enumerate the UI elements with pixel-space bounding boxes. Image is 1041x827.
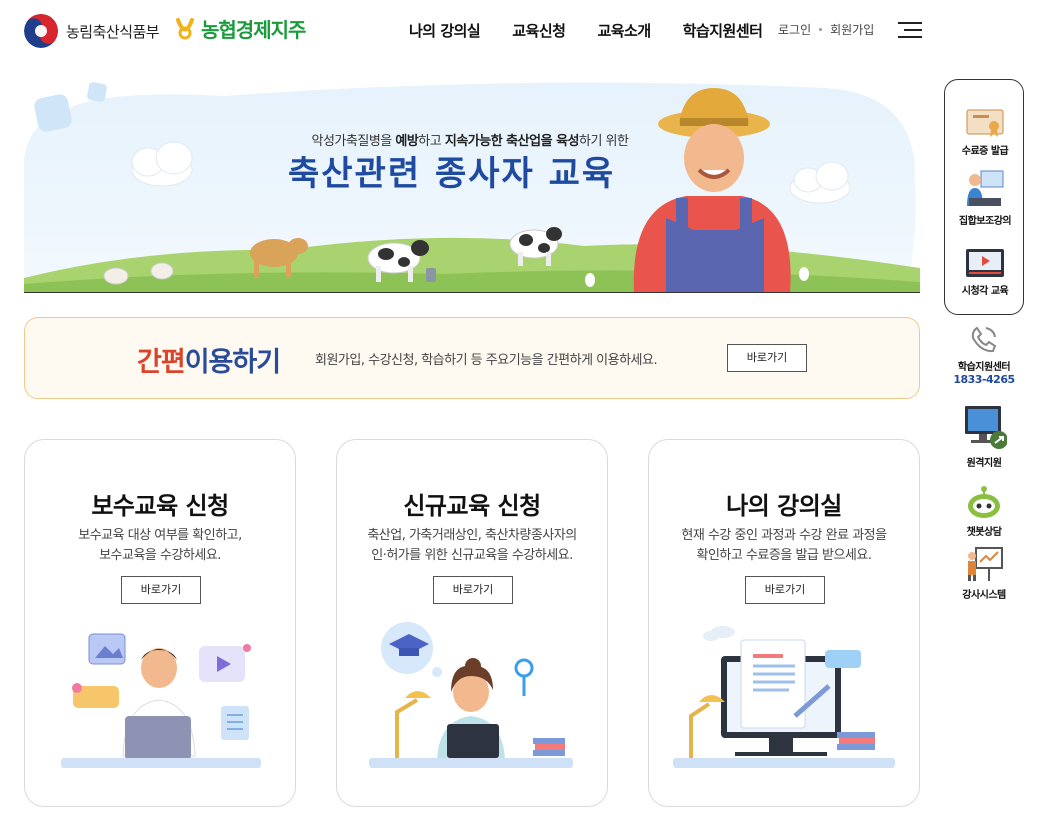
card-desc: 축산업, 가축거래상인, 축산차량종사자의 인·허가를 위한 신규교육을 수강하… (337, 526, 607, 566)
util-divider (819, 28, 823, 31)
quick-menu: 수료증 발급 집합보조강의 시청각 교육 (944, 79, 1024, 315)
easy-use-box: 간편이용하기 회원가입, 수강신청, 학습하기 등 주요기능을 간편하게 이용하… (24, 317, 920, 399)
milk-can (426, 268, 436, 282)
signup-link[interactable]: 회원가입 (830, 21, 874, 38)
main-banner: 악성가축질병을 예방하고 지속가능한 축산업을 육성하기 위한 축산관련 종사자… (24, 78, 920, 293)
card-go-button[interactable]: 바로가기 (121, 576, 201, 604)
card-desc-line: 현재 수강 중인 과정과 수강 완료 과정을 (681, 528, 887, 543)
card-desc-line: 보수교육을 수강하세요. (99, 548, 221, 563)
quick-item-group-lecture[interactable]: 집합보조강의 (945, 168, 1025, 227)
chatbot-label: 챗봇상담 (966, 527, 1002, 538)
card-go-button[interactable]: 바로가기 (745, 576, 825, 604)
phone-icon (971, 326, 997, 353)
support-center-label: 학습지원센터 (957, 362, 1011, 373)
easy-use-desc: 회원가입, 수강신청, 학습하기 등 주요기능을 간편하게 이용하세요. (315, 353, 658, 368)
quick-item-certificate[interactable]: 수료증 발급 (945, 108, 1025, 157)
card-desc: 현재 수강 중인 과정과 수강 완료 과정을 확인하고 수료증을 발급 받으세요… (649, 526, 919, 566)
card-refresher-apply: 보수교육 신청 보수교육 대상 여부를 확인하고, 보수교육을 수강하세요. 바… (24, 439, 296, 807)
chatbot-robot-icon (968, 486, 1000, 518)
support-phone-number: 1833-4265 (953, 373, 1015, 386)
quick-item-av-education[interactable]: 시청각 교육 (945, 248, 1025, 297)
main-nav: 나의 강의실 교육신청 교육소개 학습지원센터 (409, 20, 763, 41)
nh-logo-text: 농협경제지주 (201, 18, 306, 42)
nh-logo[interactable]: 농협경제지주 (175, 14, 306, 43)
easy-go-button[interactable]: 바로가기 (727, 344, 807, 372)
easy-title-part1: 간편 (137, 347, 186, 378)
card-new-apply: 신규교육 신청 축산업, 가축거래상인, 축산차량종사자의 인·허가를 위한 신… (336, 439, 608, 807)
banner-title: 축산관련 종사자 교육 (288, 154, 616, 194)
nav-my-classroom[interactable]: 나의 강의실 (409, 20, 481, 41)
card-go-button[interactable]: 바로가기 (433, 576, 513, 604)
card-title: 나의 강의실 (726, 492, 842, 520)
card-title: 보수교육 신청 (91, 492, 229, 520)
online-classroom-illustration (673, 626, 895, 768)
online-learning-illustration (61, 633, 261, 768)
card-desc-line: 축산업, 가축거래상인, 축산차량종사자의 (367, 528, 577, 543)
instructor-system[interactable]: 강사시스템 (944, 546, 1024, 601)
quick-item-label: 집합보조강의 (958, 216, 1012, 227)
card-my-classroom: 나의 강의실 현재 수강 중인 과정과 수강 완료 과정을 확인하고 수료증을 … (648, 439, 920, 807)
quick-item-label: 시청각 교육 (961, 286, 1009, 297)
chatbot[interactable]: 챗봇상담 (944, 485, 1024, 538)
easy-title-part2: 이용하기 (184, 347, 281, 378)
quick-item-label: 수료증 발급 (961, 146, 1009, 157)
hamburger-menu-icon[interactable] (898, 22, 922, 38)
taegeuk-emblem-icon (24, 14, 58, 48)
util-links: 로그인 회원가입 (778, 21, 874, 38)
instructor-system-label: 강사시스템 (962, 590, 1006, 601)
video-player-icon (966, 249, 1004, 277)
card-desc-line: 인·허가를 위한 신규교육을 수강하세요. (371, 548, 573, 563)
card-desc: 보수교육 대상 여부를 확인하고, 보수교육을 수강하세요. (25, 526, 295, 566)
remote-support-label: 원격지원 (966, 458, 1002, 469)
certificate-icon (966, 109, 1004, 137)
nav-support-center[interactable]: 학습지원센터 (683, 20, 763, 41)
remote-support[interactable]: 원격지원 (944, 404, 1024, 469)
card-title: 신규교육 신청 (403, 492, 541, 520)
remote-monitor-icon (965, 406, 1007, 449)
gov-logo[interactable]: 농림축산식품부 (24, 14, 160, 48)
login-link[interactable]: 로그인 (778, 21, 811, 38)
header: 농림축산식품부 농협경제지주 나의 강의실 교육신청 교육소개 학습지원센터 로… (0, 0, 1041, 64)
easy-use-title: 간편이용하기 (137, 340, 281, 379)
presenter-icon (967, 170, 1004, 206)
support-center[interactable]: 학습지원센터 1833-4265 (944, 324, 1024, 386)
nh-symbol-icon (176, 17, 194, 39)
card-desc-line: 보수교육 대상 여부를 확인하고, (78, 528, 242, 543)
banner-divider (24, 292, 920, 293)
card-desc-line: 확인하고 수료증을 발급 받으세요. (696, 548, 872, 563)
nav-edu-intro[interactable]: 교육소개 (597, 20, 651, 41)
nav-edu-apply[interactable]: 교육신청 (512, 20, 566, 41)
instructor-board-icon (968, 547, 1003, 581)
student-study-illustration (369, 622, 573, 768)
gov-logo-text: 농림축산식품부 (66, 22, 160, 41)
